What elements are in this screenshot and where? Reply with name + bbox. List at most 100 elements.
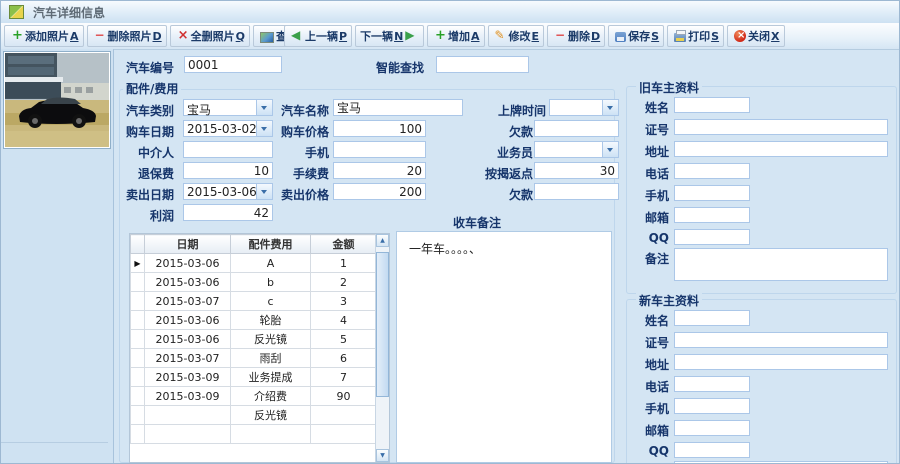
dropdown-arrow-icon[interactable] [602,100,618,115]
old-owner-mobile-label: 手机 [644,189,669,203]
table-row[interactable]: 反光镜 [130,405,377,425]
row-indicator [130,329,145,349]
edit-icon [495,29,507,42]
remove-photo-button[interactable]: 删除照片D [86,25,167,47]
old-owner-mobile-row: 手机 [633,185,890,204]
sell-price-input[interactable] [333,183,426,200]
car-category-value: 宝马 [187,103,212,117]
table-row[interactable]: 2015-03-07 雨刮 6 [130,348,377,368]
button-label: 添加照片A [25,30,79,43]
debt2-input[interactable] [534,183,619,200]
table-row[interactable] [130,424,377,444]
old-owner-phone-input[interactable] [674,163,750,179]
old-owner-mobile-input[interactable] [674,185,750,201]
smart-search-label: 智能查找 [375,61,424,75]
new-owner-id-number-input[interactable] [674,332,888,348]
button-label: 修改E [508,30,540,43]
row-indicator [130,386,145,406]
new-owner-mobile-input[interactable] [674,398,750,414]
row-indicator [130,424,145,444]
row-indicator [130,291,145,311]
print-button[interactable]: 打印S [667,25,725,47]
close-icon [734,29,747,42]
nav-button-group: 上一辆P 下一辆N [284,25,425,47]
table-row[interactable]: 2015-03-06 b 2 [130,272,377,292]
car-number-input[interactable] [184,56,282,73]
scroll-down-icon[interactable]: ▼ [376,449,389,462]
agent-input[interactable] [183,141,273,158]
column-header[interactable]: 配件费用 [230,234,311,254]
table-cell [310,405,377,425]
button-label: 删除D [568,30,601,43]
register-time-select[interactable] [549,99,619,116]
column-header[interactable]: 金额 [310,234,377,254]
button-label: 删除照片D [107,30,162,43]
sell-date-select[interactable]: 2015-03-06 [183,183,273,200]
handling-fee-input[interactable] [333,162,426,179]
mortgage-rebate-input[interactable] [534,162,619,179]
car-photo-image [5,53,109,147]
view-photo-icon [260,31,275,43]
remarks-textarea[interactable]: 一年车。。。。、 [396,231,612,463]
close-button[interactable]: 关闭X [727,25,785,47]
car-category-select[interactable]: 宝马 [183,99,273,117]
add-icon [434,29,446,42]
new-owner-name-input[interactable] [674,310,750,326]
row-indicator [130,310,145,330]
delete-icon [554,29,566,42]
table-row[interactable]: 2015-03-06 反光镜 5 [130,329,377,349]
next-vehicle-button[interactable]: 下一辆N [355,25,425,47]
old-owner-panel: 姓名 证号 地址 电话 手机 邮箱 QQ 备注 [626,86,897,294]
debt1-input[interactable] [534,120,619,137]
new-owner-address-input[interactable] [674,354,888,370]
new-owner-email-input[interactable] [674,420,750,436]
mobile-input[interactable] [333,141,426,158]
row-indicator [130,348,145,368]
add-photo-button[interactable]: 添加照片A [4,25,84,47]
button-label: 下一辆N [360,30,404,43]
old-owner-address-input[interactable] [674,141,888,157]
new-owner-panel: 姓名证号地址电话手机邮箱QQ备注 [626,299,897,463]
old-owner-remarks-input[interactable] [674,248,888,281]
table-row[interactable]: 2015-03-07 c 3 [130,291,377,311]
table-row[interactable]: ▶ 2015-03-06 A 1 [130,253,377,273]
modify-button[interactable]: 修改E [487,25,545,47]
new-owner-phone-input[interactable] [674,376,750,392]
button-hotkey: E [531,30,540,43]
delete-all-photos-icon [177,29,189,42]
add-button[interactable]: 增加A [427,25,485,47]
smart-search-input[interactable] [436,56,529,73]
row-indicator [130,367,145,387]
old-owner-name-input[interactable] [674,97,750,113]
title-bar: 汽车详细信息 [1,1,899,24]
row-indicator [130,405,145,425]
register-time-label: 上牌时间 [497,104,546,118]
car-name-input[interactable] [333,99,463,116]
dropdown-arrow-icon[interactable] [602,142,618,157]
save-button[interactable]: 保存S [608,25,665,47]
toolbar: 添加照片A删除照片D全删照片Q查看照片V 上一辆P下一辆N 增加A修改E删除D保… [1,23,899,50]
debt1-label: 欠款 [508,125,533,139]
old-owner-id-number-input[interactable] [674,119,888,135]
table-row[interactable]: 2015-03-06 轮胎 4 [130,310,377,330]
old-owner-qq-input[interactable] [674,229,750,245]
new-owner-qq-input[interactable] [674,442,750,458]
scroll-up-icon[interactable]: ▲ [376,234,389,247]
car-photo-thumbnail[interactable] [3,51,111,149]
profit-input[interactable] [183,204,273,221]
table-cell: A [230,253,311,273]
column-header[interactable]: 日期 [144,234,231,254]
table-row[interactable]: 2015-03-09 介绍费 90 [130,386,377,406]
table-row[interactable]: 2015-03-09 业务提成 7 [130,367,377,387]
salesman-select[interactable] [534,141,619,158]
insurance-refund-input[interactable] [183,162,273,179]
old-owner-remarks-label: 备注 [644,252,669,266]
delete-all-photos-button[interactable]: 全删照片Q [169,25,251,47]
table-scrollbar[interactable]: ▲ ▼ [375,234,389,462]
scrollbar-thumb[interactable] [376,252,389,397]
old-owner-email-input[interactable] [674,207,750,223]
buy-price-input[interactable] [333,120,426,137]
previous-vehicle-button[interactable]: 上一辆P [284,25,353,47]
delete-button[interactable]: 删除D [547,25,606,47]
buy-date-select[interactable]: 2015-03-02 [183,120,273,137]
